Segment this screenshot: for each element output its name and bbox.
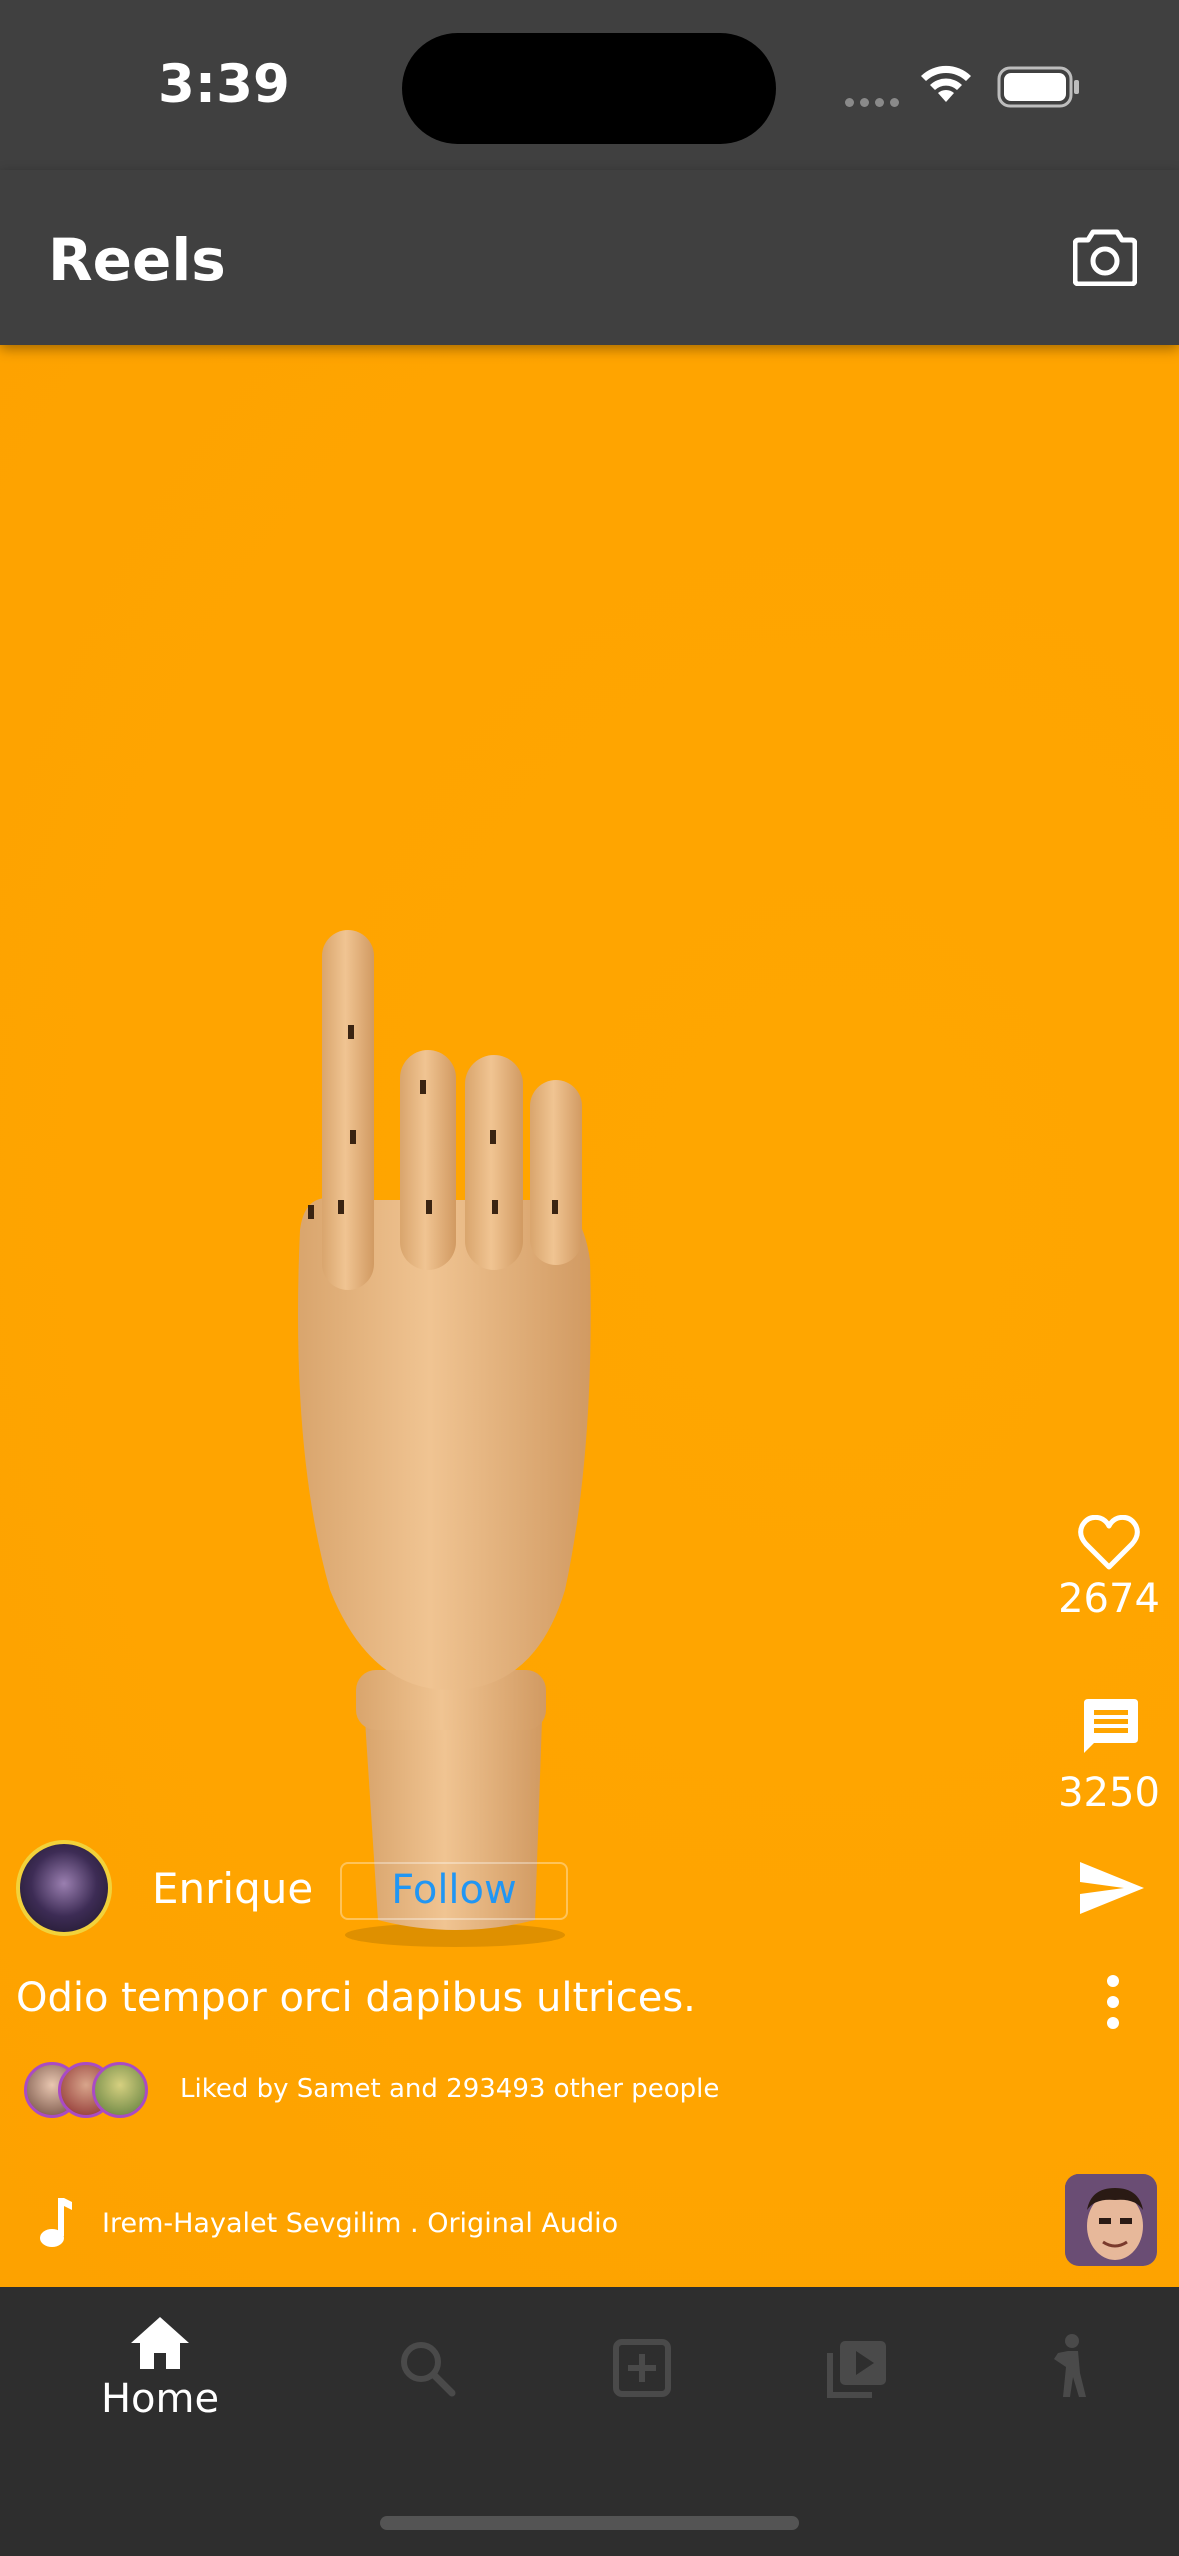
comment-icon[interactable] xyxy=(1078,1695,1140,1757)
like-action[interactable]: 2674 xyxy=(1039,1514,1179,1622)
battery-icon xyxy=(997,66,1079,108)
page-title: Reels xyxy=(48,226,226,294)
audio-thumbnail[interactable] xyxy=(1065,2174,1157,2266)
send-icon[interactable] xyxy=(1078,1860,1146,1916)
home-icon xyxy=(131,2317,189,2369)
add-box-icon[interactable] xyxy=(613,2339,671,2397)
liked-by-text[interactable]: Liked by Samet and 293493 other people xyxy=(180,2074,719,2104)
music-note-icon xyxy=(40,2198,72,2247)
author-avatar[interactable] xyxy=(16,1840,112,1936)
camera-icon[interactable] xyxy=(1073,226,1137,286)
home-indicator[interactable] xyxy=(380,2516,799,2530)
author-username[interactable]: Enrique xyxy=(152,1864,313,1913)
nav-home-label: Home xyxy=(100,2376,220,2422)
follow-button[interactable]: Follow xyxy=(340,1862,568,1920)
comment-action[interactable]: 3250 xyxy=(1039,1695,1179,1816)
app-bar: Reels xyxy=(0,170,1179,345)
search-icon[interactable] xyxy=(398,2339,456,2397)
audio-title[interactable]: Irem-Hayalet Sevgilim . Original Audio xyxy=(102,2208,618,2239)
cellular-signal-icon xyxy=(845,94,905,112)
wifi-icon xyxy=(921,65,971,102)
like-count: 2674 xyxy=(1058,1576,1160,1622)
person-icon[interactable] xyxy=(1040,2333,1100,2399)
liked-by-avatars xyxy=(24,2062,154,2118)
reel-caption: Odio tempor orci dapibus ultrices. xyxy=(16,1975,696,2021)
avatar xyxy=(92,2062,148,2118)
status-bar: 3:39 xyxy=(0,0,1179,170)
video-library-icon[interactable] xyxy=(826,2339,888,2399)
status-time: 3:39 xyxy=(158,54,290,115)
audio-artist-image xyxy=(1065,2174,1157,2266)
heart-icon[interactable] xyxy=(1078,1514,1140,1571)
more-vert-icon[interactable] xyxy=(1102,1975,1124,2029)
nav-home[interactable]: Home xyxy=(95,2315,225,2422)
dynamic-island xyxy=(402,33,776,144)
comment-count: 3250 xyxy=(1058,1770,1160,1816)
reel-image xyxy=(298,930,591,1947)
